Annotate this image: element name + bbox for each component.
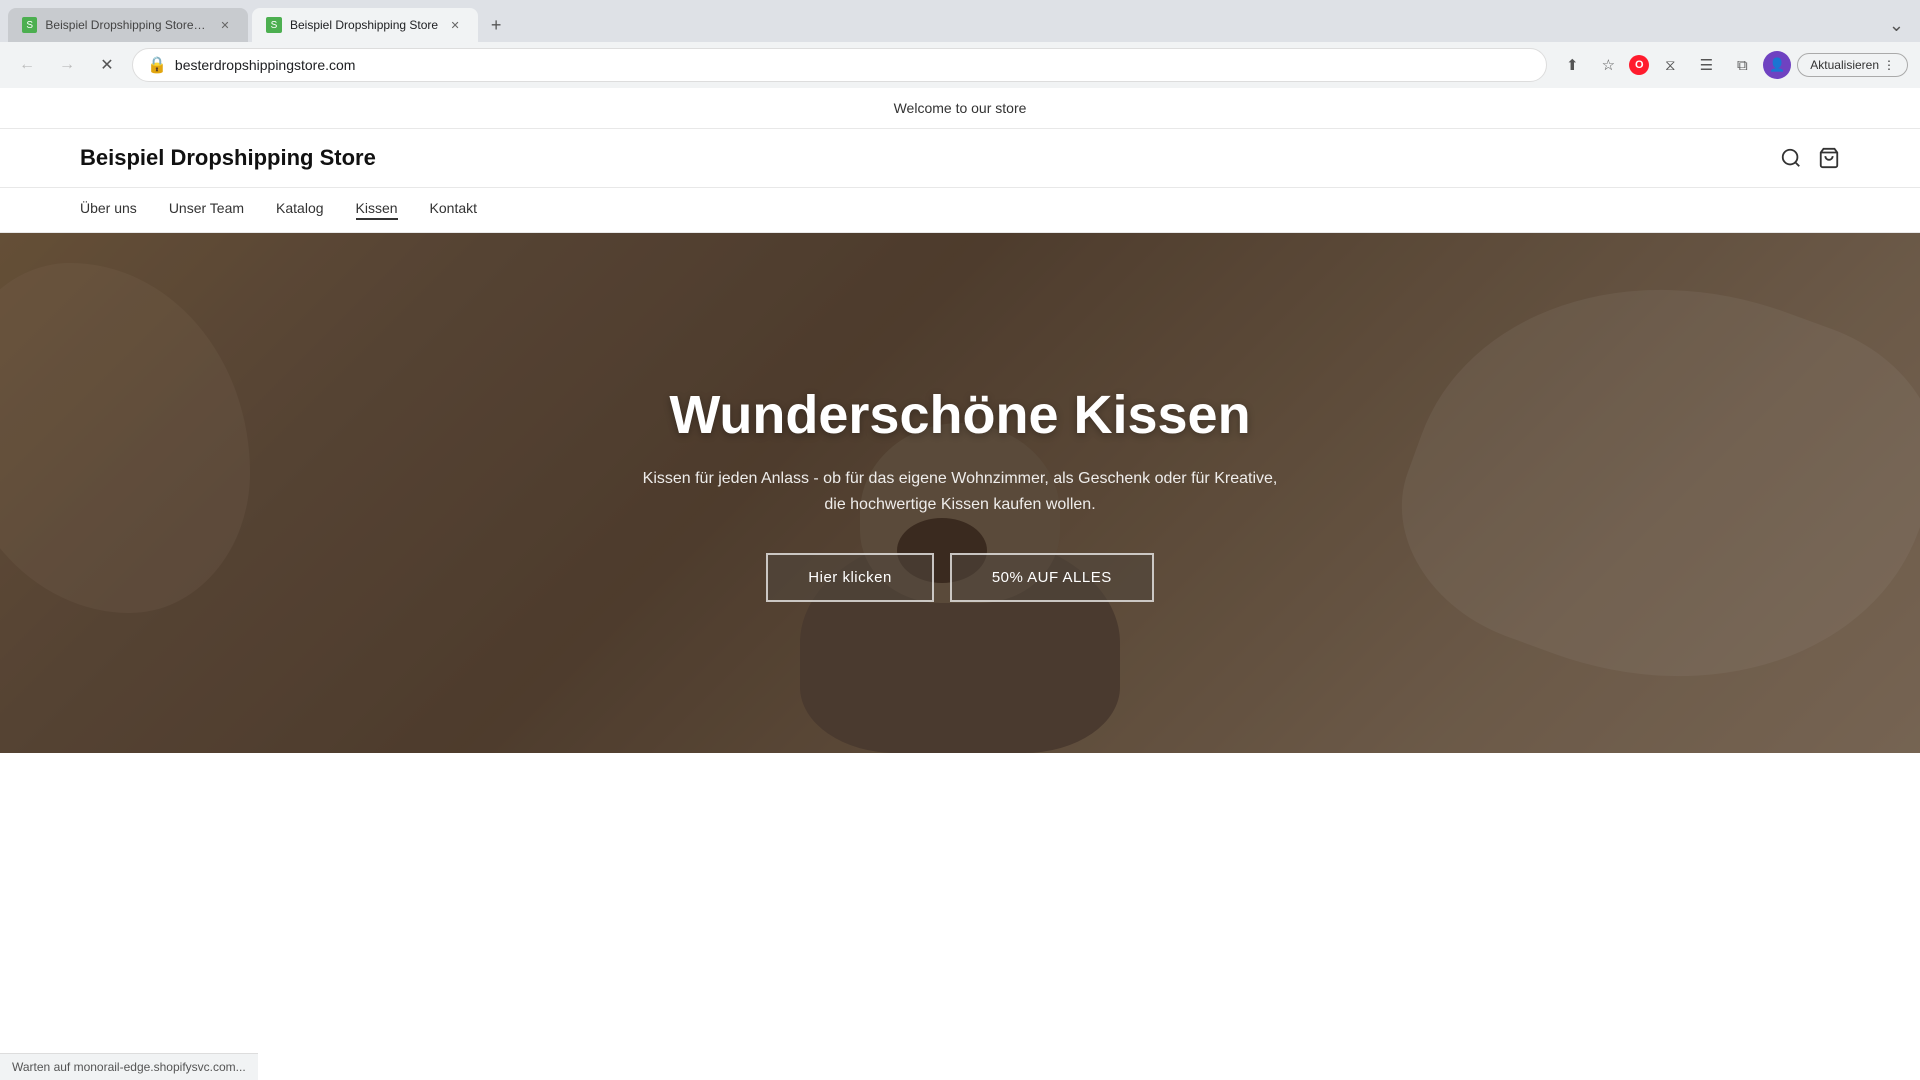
update-button[interactable]: Aktualisieren ⋮ <box>1797 53 1908 77</box>
stop-button[interactable]: ✕ <box>92 50 122 80</box>
split-button[interactable]: ⧉ <box>1727 50 1757 80</box>
browser-chrome: S Beispiel Dropshipping Store · ... ✕ S … <box>0 0 1920 88</box>
update-label: Aktualisieren <box>1810 58 1879 72</box>
header-icons <box>1780 147 1840 169</box>
site-wrapper: Welcome to our store Beispiel Dropshippi… <box>0 88 1920 753</box>
nav-kontakt[interactable]: Kontakt <box>430 200 477 220</box>
tab-favicon-1: S <box>22 17 37 33</box>
search-button[interactable] <box>1780 147 1802 169</box>
tab-close-2[interactable]: ✕ <box>446 16 464 34</box>
hero-btn-2[interactable]: 50% AUF ALLES <box>950 553 1154 602</box>
new-tab-button[interactable]: + <box>482 11 510 39</box>
status-bar: Warten auf monorail-edge.shopifysvc.com.… <box>0 1053 258 1080</box>
extensions-button[interactable]: ⧖ <box>1655 50 1685 80</box>
tab-label-1: Beispiel Dropshipping Store · ... <box>45 18 208 32</box>
site-logo[interactable]: Beispiel Dropshipping Store <box>80 145 1780 171</box>
profile-button[interactable]: 👤 <box>1763 51 1791 79</box>
url-text: besterdropshippingstore.com <box>175 57 1532 73</box>
tab-bar-dropdown[interactable]: ⌄ <box>1889 15 1912 36</box>
cart-button[interactable] <box>1818 147 1840 169</box>
site-header: Beispiel Dropshipping Store <box>0 129 1920 188</box>
hero-subtitle: Kissen für jeden Anlass - ob für das eig… <box>630 466 1290 517</box>
hero-title: Wunderschöne Kissen <box>630 384 1290 446</box>
site-nav: Über uns Unser Team Katalog Kissen Konta… <box>0 188 1920 233</box>
back-button[interactable]: ← <box>12 50 42 80</box>
nav-unser-team[interactable]: Unser Team <box>169 200 244 220</box>
update-menu-icon: ⋮ <box>1883 58 1895 72</box>
tab-label-2: Beispiel Dropshipping Store <box>290 18 438 32</box>
tab-favicon-2: S <box>266 17 282 33</box>
browser-tab-1[interactable]: S Beispiel Dropshipping Store · ... ✕ <box>8 8 248 42</box>
announcement-text: Welcome to our store <box>894 100 1027 116</box>
hero-btn-1[interactable]: Hier klicken <box>766 553 934 602</box>
nav-katalog[interactable]: Katalog <box>276 200 323 220</box>
menu-button[interactable]: ☰ <box>1691 50 1721 80</box>
hero-section: Wunderschöne Kissen Kissen für jeden Anl… <box>0 233 1920 753</box>
address-bar: ← → ✕ 🔒 besterdropshippingstore.com ⬆ ☆ … <box>0 42 1920 88</box>
lock-icon: 🔒 <box>147 55 167 75</box>
browser-actions: ⬆ ☆ O ⧖ ☰ ⧉ 👤 Aktualisieren ⋮ <box>1557 50 1908 80</box>
hero-buttons: Hier klicken 50% AUF ALLES <box>630 553 1290 602</box>
url-bar[interactable]: 🔒 besterdropshippingstore.com <box>132 48 1547 82</box>
browser-tab-2[interactable]: S Beispiel Dropshipping Store ✕ <box>252 8 478 42</box>
announcement-bar: Welcome to our store <box>0 88 1920 129</box>
opera-icon[interactable]: O <box>1629 55 1649 75</box>
tab-bar: S Beispiel Dropshipping Store · ... ✕ S … <box>0 0 1920 42</box>
hero-content: Wunderschöne Kissen Kissen für jeden Anl… <box>610 364 1310 622</box>
status-text: Warten auf monorail-edge.shopifysvc.com.… <box>12 1060 246 1074</box>
share-button[interactable]: ⬆ <box>1557 50 1587 80</box>
nav-kissen[interactable]: Kissen <box>356 200 398 220</box>
bookmark-button[interactable]: ☆ <box>1593 50 1623 80</box>
forward-button[interactable]: → <box>52 50 82 80</box>
nav-uber-uns[interactable]: Über uns <box>80 200 137 220</box>
tab-close-1[interactable]: ✕ <box>216 16 234 34</box>
